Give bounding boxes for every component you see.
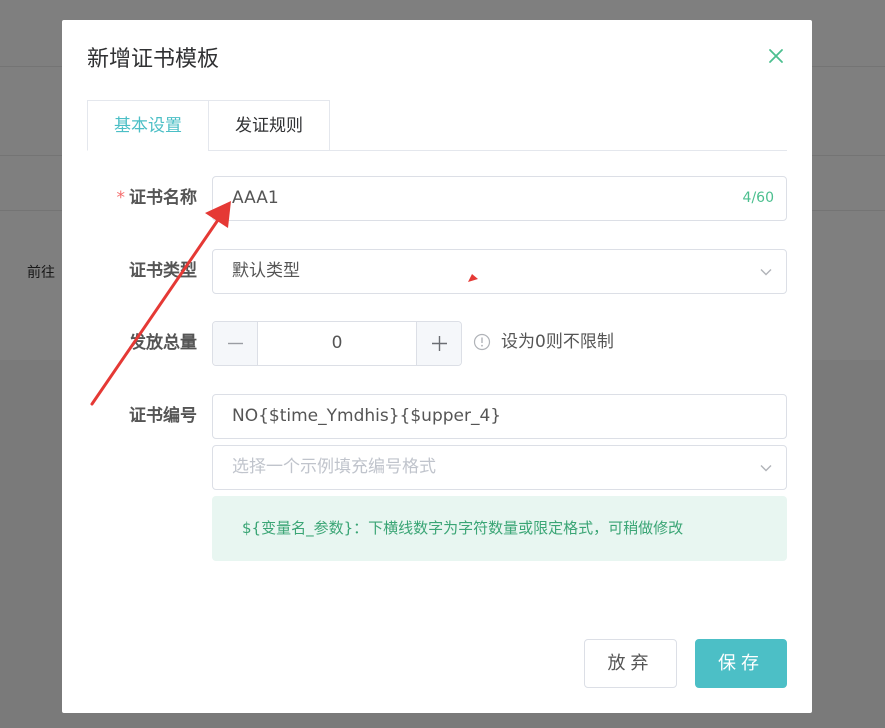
minus-icon [228, 342, 243, 345]
certificate-name-value: AAA1 [232, 188, 279, 208]
dialog-title: 新增证书模板 [87, 47, 220, 72]
certificate-code-label: 证书编号 [129, 406, 197, 426]
tab-bar: 基本设置 发证规则 [87, 100, 787, 151]
certificate-name-input[interactable]: AAA1 4/60 [212, 176, 787, 221]
chevron-down-icon [760, 465, 772, 472]
quantity-value[interactable]: 0 [258, 322, 416, 365]
add-certificate-template-dialog: 新增证书模板 基本设置 发证规则 * 证书名称 AAA1 4/60 证书类型 默认… [62, 20, 812, 713]
code-example-select[interactable]: 选择一个示例填充编号格式 [212, 445, 787, 490]
certificate-type-value: 默认类型 [232, 261, 300, 281]
decrease-button[interactable] [213, 322, 258, 365]
code-example-placeholder: 选择一个示例填充编号格式 [232, 457, 436, 477]
close-icon [769, 49, 783, 63]
certificate-code-value: NO{$time_Ymdhis}{$upper_4} [232, 406, 502, 426]
tab-issuance-rules[interactable]: 发证规则 [208, 100, 330, 151]
tab-basic-settings[interactable]: 基本设置 [87, 100, 209, 151]
code-format-tip: ${变量名_参数}：下横线数字为字符数量或限定格式，可稍做修改 [212, 496, 787, 561]
info-circle-icon [473, 333, 491, 351]
certificate-type-label: 证书类型 [129, 261, 197, 281]
word-count: 4/60 [742, 190, 774, 206]
close-button[interactable] [764, 44, 788, 68]
required-asterisk: * [116, 188, 126, 208]
certificate-name-label: * 证书名称 [116, 188, 198, 208]
certificate-code-input[interactable]: NO{$time_Ymdhis}{$upper_4} [212, 394, 787, 439]
code-format-tip-text: ${变量名_参数}：下横线数字为字符数量或限定格式，可稍做修改 [242, 519, 684, 537]
save-button[interactable]: 保存 [695, 639, 787, 688]
chevron-down-icon [760, 269, 772, 276]
quantity-hint: 设为0则不限制 [501, 332, 614, 352]
increase-button[interactable] [416, 322, 461, 365]
quantity-stepper: 0 [212, 321, 462, 366]
cancel-button[interactable]: 放弃 [584, 639, 677, 688]
issue-quantity-label: 发放总量 [129, 333, 197, 353]
certificate-type-select[interactable]: 默认类型 [212, 249, 787, 294]
plus-icon [432, 336, 447, 351]
